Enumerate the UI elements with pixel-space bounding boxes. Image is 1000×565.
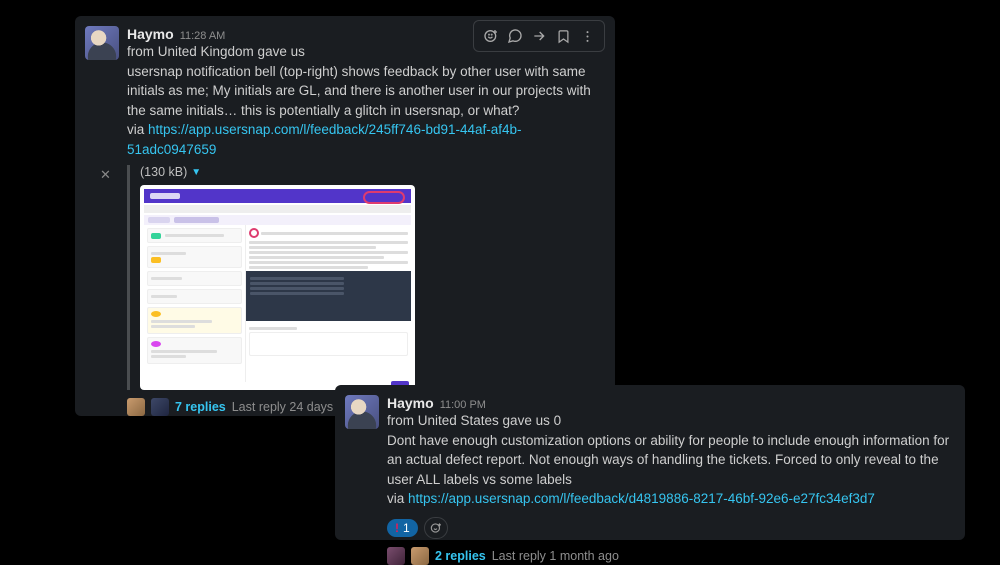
avatar[interactable] [345, 395, 379, 429]
chevron-down-icon[interactable]: ▼ [191, 167, 201, 178]
attachment-size: (130 kB) [140, 165, 187, 179]
reaction-count: 1 [403, 521, 410, 535]
reaction-pill[interactable]: ! 1 [387, 519, 418, 537]
via-label: via [387, 491, 408, 506]
timestamp[interactable]: 11:00 PM [440, 399, 486, 411]
replies-link[interactable]: 7 replies [175, 400, 226, 414]
message-row: Haymo 11:00 PM from United States gave u… [345, 395, 951, 565]
replier-avatar [151, 398, 169, 416]
message-body: from United Kingdom gave us usersnap not… [127, 42, 601, 159]
emoji-reaction-icon[interactable] [480, 25, 502, 47]
message-card-1: Haymo 11:28 AM from United Kingdom gave … [75, 16, 615, 416]
author-name[interactable]: Haymo [127, 26, 174, 42]
close-icon[interactable]: ✕ [100, 167, 111, 183]
share-icon[interactable] [528, 25, 550, 47]
message-hover-actions [473, 20, 605, 52]
thread-summary[interactable]: 2 replies Last reply 1 month ago [387, 547, 951, 565]
body-line1: from United Kingdom gave us [127, 44, 305, 59]
author-name[interactable]: Haymo [387, 395, 434, 411]
attachment-image[interactable] [140, 185, 415, 390]
via-label: via [127, 122, 148, 137]
replier-avatar [127, 398, 145, 416]
add-reaction-button[interactable] [424, 517, 448, 539]
body-line2: Dont have enough customization options o… [387, 433, 949, 487]
timestamp[interactable]: 11:28 AM [180, 30, 226, 42]
attachment-header[interactable]: (130 kB) ▼ [140, 165, 601, 179]
message-card-2: Haymo 11:00 PM from United States gave u… [335, 385, 965, 540]
reactions-row: ! 1 [387, 517, 951, 539]
avatar[interactable] [85, 26, 119, 60]
body-line2: usersnap notification bell (top-right) s… [127, 64, 591, 118]
thread-icon[interactable] [504, 25, 526, 47]
attachment-block: ✕ (130 kB) ▼ [127, 165, 601, 390]
via-link[interactable]: https://app.usersnap.com/l/feedback/245f… [127, 122, 522, 157]
message-body: from United States gave us 0 Dont have e… [387, 411, 951, 509]
exclamation-icon: ! [395, 521, 399, 535]
replier-avatar [411, 547, 429, 565]
replier-avatar [387, 547, 405, 565]
body-line1: from United States gave us 0 [387, 413, 561, 428]
via-link[interactable]: https://app.usersnap.com/l/feedback/d481… [408, 491, 875, 506]
message-header: Haymo 11:00 PM [387, 395, 951, 411]
bookmark-icon[interactable] [552, 25, 574, 47]
more-actions-icon[interactable] [576, 25, 598, 47]
